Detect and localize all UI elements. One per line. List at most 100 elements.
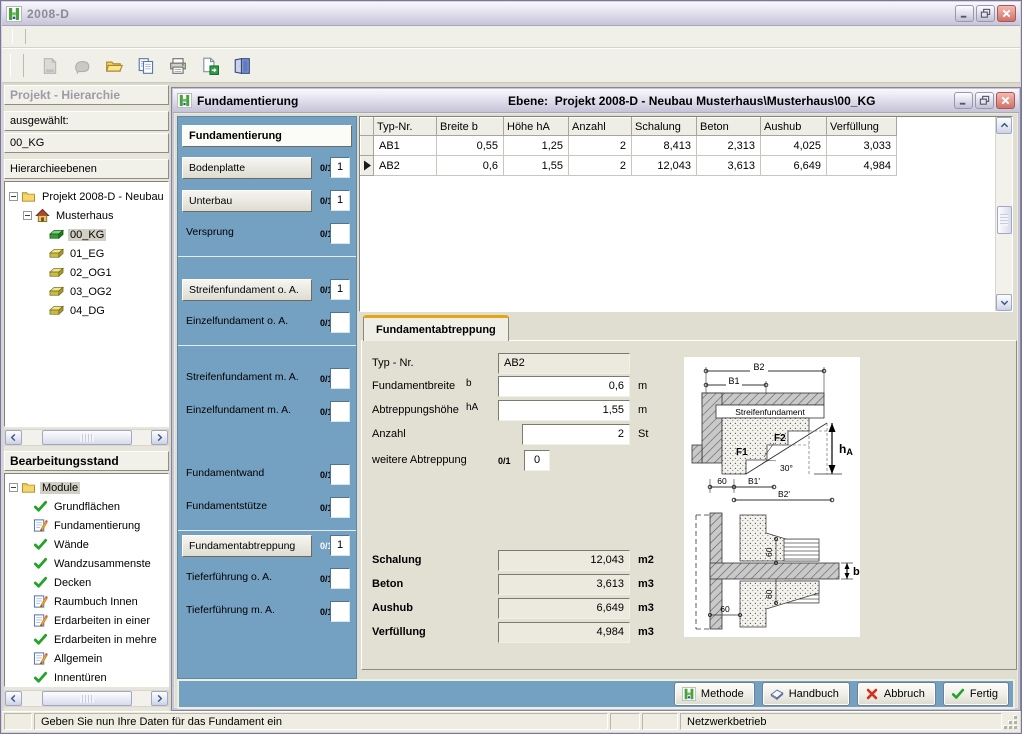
table-cell[interactable]: 3,613 (697, 156, 761, 176)
tree-expander-icon[interactable] (9, 483, 18, 492)
nav-item-label[interactable]: Versprung (186, 226, 234, 238)
table-cell[interactable]: AB1 (374, 136, 437, 156)
nav-item-button[interactable]: Bodenplatte (182, 157, 312, 179)
module-maximize-button[interactable] (975, 92, 994, 109)
tree-node-label[interactable]: Module (40, 482, 80, 494)
menu-item[interactable] (112, 35, 128, 39)
column-header[interactable]: Höhe hA (504, 118, 569, 136)
table-cell[interactable]: 1,25 (504, 136, 569, 156)
table-cell[interactable]: 6,649 (761, 156, 827, 176)
nav-item-value[interactable] (330, 223, 350, 244)
tree-expander-icon[interactable] (23, 211, 32, 220)
status-item-label[interactable]: Innentüren (52, 672, 109, 684)
scroll-left-button[interactable] (5, 430, 22, 445)
status-tree-item[interactable]: Wandzusammenste (9, 554, 168, 573)
table-cell[interactable]: 2,313 (697, 136, 761, 156)
status-item-label[interactable]: Erdarbeiten in einer (52, 615, 152, 627)
menu-item[interactable] (80, 35, 96, 39)
column-header[interactable]: Schalung (632, 118, 697, 136)
menu-item[interactable] (160, 35, 176, 39)
status-tree-item[interactable]: Fundamentierung (9, 516, 168, 535)
nav-item-value[interactable] (330, 401, 350, 422)
nav-item-value[interactable] (330, 601, 350, 622)
tree-node-label[interactable]: 04_DG (68, 305, 107, 317)
nav-item-label[interactable]: Tieferführung m. A. (186, 604, 275, 616)
column-header[interactable]: Anzahl (569, 118, 632, 136)
status-item-label[interactable]: Grundflächen (52, 501, 122, 513)
table-cell[interactable]: 2 (569, 136, 632, 156)
status-item-label[interactable]: Erdarbeiten in mehre (52, 634, 159, 646)
resize-grip[interactable] (1004, 713, 1018, 730)
tree-node-label[interactable]: 01_EG (68, 248, 106, 260)
nav-item-button[interactable]: Fundamentabtreppung (182, 535, 312, 557)
toolbar-button[interactable] (134, 54, 158, 78)
table-cell[interactable]: 12,043 (632, 156, 697, 176)
tree-node-label[interactable]: Musterhaus (54, 210, 115, 222)
hoehe-input[interactable]: 1,55 (498, 400, 630, 421)
module-close-button[interactable] (996, 92, 1015, 109)
toolbar-button[interactable] (198, 54, 222, 78)
nav-item-label[interactable]: Fundamentwand (186, 467, 264, 479)
menu-item[interactable] (32, 35, 48, 39)
nav-item-value[interactable] (330, 497, 350, 518)
table-vscrollbar[interactable] (995, 117, 1012, 311)
nav-item-button[interactable]: Streifenfundament o. A. (182, 279, 312, 301)
fertig-button[interactable]: Fertig (943, 682, 1009, 706)
column-header[interactable]: Beton (697, 118, 761, 136)
toolbar-button[interactable] (166, 54, 190, 78)
scroll-thumb[interactable] (42, 430, 132, 445)
status-tree-item[interactable]: Innentüren (9, 668, 168, 687)
table-row[interactable]: AB20,61,55212,0433,6136,6494,984 (361, 156, 897, 176)
close-button[interactable] (997, 5, 1016, 22)
status-tree-item[interactable]: Grundflächen (9, 497, 168, 516)
column-header[interactable]: Breite b (437, 118, 504, 136)
handbuch-button[interactable]: Handbuch (762, 682, 850, 706)
nav-item-label[interactable]: Einzelfundament o. A. (186, 315, 288, 327)
nav-item-value[interactable] (330, 368, 350, 389)
menu-item[interactable] (48, 35, 64, 39)
status-item-label[interactable]: Wandzusammenste (52, 558, 153, 570)
nav-item-label[interactable]: Tieferführung o. A. (186, 571, 272, 583)
table-row[interactable]: AB10,551,2528,4132,3134,0253,033 (361, 136, 897, 156)
menu-item[interactable] (96, 35, 112, 39)
hierarchy-tree-item[interactable]: Projekt 2008-D - Neubau (9, 187, 168, 206)
toolbar-button[interactable] (102, 54, 126, 78)
table-cell[interactable]: 0,6 (437, 156, 504, 176)
scroll-right-button[interactable] (151, 430, 168, 445)
table-cell[interactable]: 4,025 (761, 136, 827, 156)
tree-expander-icon[interactable] (9, 192, 18, 201)
nav-item-value[interactable]: 1 (330, 190, 350, 211)
table-cell[interactable]: 2 (569, 156, 632, 176)
nav-item-label[interactable]: Fundamentstütze (186, 500, 267, 512)
tab-fundamentabtreppung[interactable]: Fundamentabtreppung (363, 315, 509, 341)
anzahl-input[interactable]: 2 (522, 424, 630, 445)
scroll-left-button[interactable] (5, 691, 22, 706)
row-marker-cell[interactable] (361, 156, 374, 176)
weitere-input[interactable]: 0 (524, 450, 550, 471)
row-marker-cell[interactable] (361, 136, 374, 156)
tree-node-label[interactable]: Projekt 2008-D - Neubau (40, 191, 166, 203)
hierarchy-hscrollbar[interactable] (4, 429, 169, 446)
menu-item[interactable] (144, 35, 160, 39)
hierarchy-tree-item[interactable]: 03_OG2 (9, 282, 168, 301)
scroll-thumb[interactable] (42, 691, 132, 706)
table-cell[interactable]: 0,55 (437, 136, 504, 156)
scroll-thumb[interactable] (997, 206, 1012, 234)
status-tree-root[interactable]: Module (9, 478, 168, 497)
methode-button[interactable]: Methode (674, 682, 755, 706)
hierarchy-tree-item[interactable]: 01_EG (9, 244, 168, 263)
module-minimize-button[interactable] (954, 92, 973, 109)
menu-item[interactable] (128, 35, 144, 39)
status-item-label[interactable]: Decken (52, 577, 93, 589)
nav-item-button[interactable]: Unterbau (182, 190, 312, 212)
status-item-label[interactable]: Allgemein (52, 653, 104, 665)
scroll-up-button[interactable] (996, 117, 1012, 134)
status-tree-item[interactable]: Erdarbeiten in einer (9, 611, 168, 630)
breite-input[interactable]: 0,6 (498, 376, 630, 397)
table-cell[interactable]: AB2 (374, 156, 437, 176)
status-tree-item[interactable]: Erdarbeiten in mehre (9, 630, 168, 649)
scroll-right-button[interactable] (151, 691, 168, 706)
status-item-label[interactable]: Wände (52, 539, 91, 551)
abbruch-button[interactable]: Abbruch (857, 682, 936, 706)
table-cell[interactable]: 3,033 (827, 136, 897, 156)
